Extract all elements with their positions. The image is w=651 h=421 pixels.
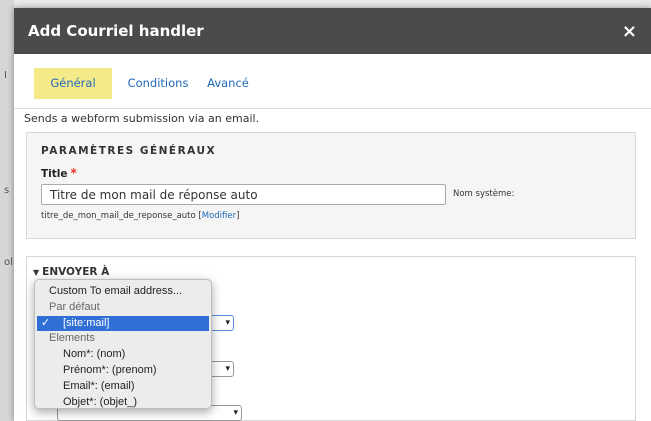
required-marker: *	[70, 166, 77, 180]
dropdown-option-objet[interactable]: Objet*: (objet_)	[35, 395, 211, 411]
title-label-text: Title	[41, 168, 68, 180]
send-to-legend-text: ENVOYER À	[42, 266, 110, 278]
dropdown-option-nom[interactable]: Nom*: (nom)	[35, 347, 211, 363]
tab-bar: Général Conditions Avancé	[14, 54, 651, 109]
background-fragment: I	[4, 70, 7, 81]
close-icon[interactable]: ×	[622, 21, 637, 42]
background-fragment: ol	[4, 257, 13, 268]
background-fragment: s	[4, 185, 10, 196]
machine-name-text: titre_de_mon_mail_de_reponse_auto	[41, 211, 196, 221]
checkmark-icon: ✓	[41, 316, 51, 329]
chevron-down-icon: ▾	[233, 407, 238, 417]
dropdown-option-custom[interactable]: Custom To email address...	[35, 284, 211, 300]
title-input[interactable]	[41, 184, 446, 205]
chevron-down-icon: ▾	[225, 363, 230, 373]
dropdown-group-default: Par défaut	[49, 300, 100, 313]
machine-name-value: titre_de_mon_mail_de_reponse_auto [Modif…	[41, 211, 240, 221]
dropdown-group-elements: Elements	[49, 332, 95, 345]
machine-name-label: Nom système:	[453, 189, 515, 199]
handler-description: Sends a webform submission via an email.	[24, 112, 260, 125]
title-label: Title *	[41, 166, 77, 180]
modify-machine-name-link[interactable]: Modifier	[202, 211, 236, 221]
tab-advanced[interactable]: Avancé	[198, 68, 258, 99]
dialog-titlebar: Add Courriel handler ×	[14, 8, 651, 54]
to-email-dropdown-menu: Custom To email address... Par défaut ✓ […	[34, 279, 212, 409]
tab-conditions[interactable]: Conditions	[118, 68, 198, 99]
dialog-title: Add Courriel handler	[28, 22, 204, 40]
dropdown-option-site-mail[interactable]: ✓ [site:mail]	[37, 315, 209, 332]
chevron-down-icon: ▾	[225, 317, 230, 327]
dropdown-option-email[interactable]: Email*: (email)	[35, 379, 211, 395]
tab-general[interactable]: Général	[34, 68, 112, 99]
general-settings-legend: PARAMÈTRES GÉNÉRAUX	[41, 145, 217, 157]
background-page-edge: I s ol	[0, 0, 14, 421]
send-to-legend[interactable]: ▼ ENVOYER À	[33, 266, 109, 278]
general-settings-fieldset: PARAMÈTRES GÉNÉRAUX Title* Nom système: …	[26, 132, 636, 239]
collapse-arrow-icon: ▼	[33, 268, 40, 277]
dropdown-option-prenom[interactable]: Prénom*: (prenom)	[35, 363, 211, 379]
dropdown-option-label: [site:mail]	[63, 316, 110, 329]
